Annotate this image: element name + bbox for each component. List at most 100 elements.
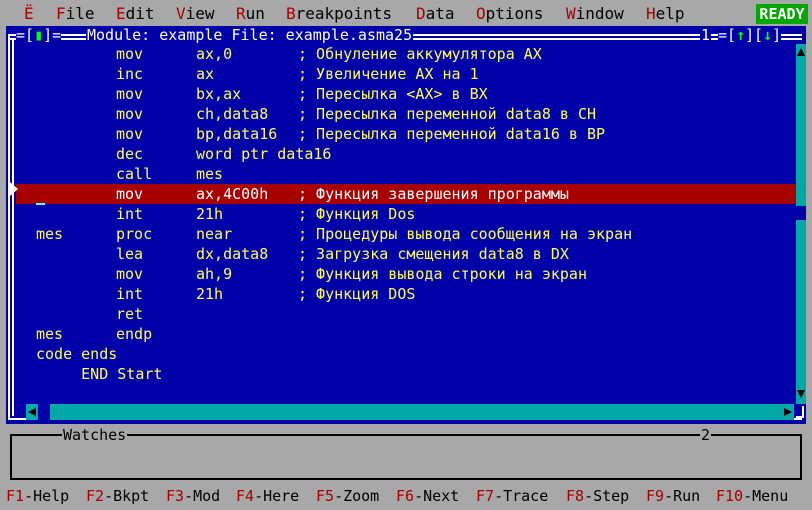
menu-item-8[interactable]: Window [566, 4, 624, 24]
code-comment: ; Загрузка смещения data8 в DX [298, 245, 569, 263]
function-key-f9[interactable]: F9-Run [646, 486, 700, 506]
code-label: code ends [36, 345, 118, 363]
menu-hotkey: D [416, 4, 426, 23]
code-line[interactable]: mov ah,9 ; Функция вывода строки на экран [16, 264, 796, 284]
function-key-label: -Trace [494, 487, 549, 505]
function-key-f5[interactable]: F5-Zoom [316, 486, 379, 506]
code-comment: ; Функция DOS [298, 285, 416, 303]
zoom-down-button[interactable]: [↓] [754, 26, 782, 44]
function-key-label: -Zoom [334, 487, 380, 505]
frame-left-inner [12, 38, 14, 416]
scroll-up-icon[interactable] [797, 48, 805, 56]
code-line[interactable]: mov ch,data8 ; Пересылка переменной data8 … [16, 104, 796, 124]
code-line[interactable]: mov bp,data16 ; Пересылка переменной data1… [16, 124, 796, 144]
code-line[interactable]: mov bx,ax ; Пересылка <AX> в BX [16, 84, 796, 104]
code-operands: ah,9 [196, 265, 233, 283]
function-key-label: -Mod [184, 487, 221, 505]
code-line[interactable]: dec word ptr data16 [16, 144, 796, 164]
code-opcode: mov [116, 125, 144, 143]
menu-item-1[interactable]: File [56, 4, 95, 24]
function-key-label: -Step [584, 487, 630, 505]
menu-label: iew [185, 4, 215, 23]
code-operands: ax [196, 65, 215, 83]
function-key-f10[interactable]: F10-Menu [716, 486, 788, 506]
menu-hotkey: B [286, 4, 296, 23]
scroll-left-icon[interactable] [28, 408, 36, 416]
scroll-right-icon[interactable] [784, 408, 792, 416]
code-operands: ax,0 [196, 45, 233, 63]
menu-item-0[interactable]: Ë [24, 4, 34, 24]
watches-window[interactable]: Watches 2 [6, 426, 806, 484]
function-key-code: F4 [236, 487, 255, 505]
code-line[interactable]: lea dx,data8 ; Загрузка смещения data8 в D… [16, 244, 796, 264]
function-key-code: F8 [566, 487, 585, 505]
menu-bar: Ë File Edit View Run Breakpoints Data Options Wi… [0, 0, 812, 26]
menu-hotkey: V [176, 4, 186, 23]
function-key-f2[interactable]: F2-Bkpt [86, 486, 149, 506]
code-comment: ; Увеличение AX на 1 [298, 65, 479, 83]
code-line[interactable]: int 21h ; Функция DOS [16, 284, 796, 304]
code-label: mes [36, 325, 64, 343]
function-key-code: F10 [716, 487, 744, 505]
function-key-f8[interactable]: F8-Step [566, 486, 629, 506]
close-box[interactable]: =[▮]= [16, 26, 62, 44]
code-operands: ax,4C00h [196, 185, 269, 203]
function-key-f3[interactable]: F3-Mod [166, 486, 220, 506]
menu-label: ptions [485, 4, 544, 23]
menu-hotkey: Ë [24, 4, 34, 23]
code-line[interactable]: mes proc near ; Процедуры вывода сообщения … [16, 224, 796, 244]
code-line[interactable]: call mes [16, 164, 796, 184]
resize-corner[interactable] [796, 406, 804, 418]
horizontal-scrollbar[interactable] [26, 404, 794, 420]
code-line[interactable]: code ends [16, 344, 796, 364]
code-line[interactable]: inc ax ; Увеличение AX на 1 [16, 64, 796, 84]
menu-item-7[interactable]: Options [476, 4, 543, 24]
code-opcode: int [116, 285, 144, 303]
scroll-thumb[interactable] [796, 206, 806, 220]
window-title: Module: example File: example.asma25 [86, 26, 414, 44]
function-key-f1[interactable]: F1-Help [6, 486, 69, 506]
function-key-label: -Next [414, 487, 460, 505]
function-key-f6[interactable]: F6-Next [396, 486, 459, 506]
debugger-screen: Ë File Edit View Run Breakpoints Data Options Wi… [0, 0, 812, 510]
code-opcode: ret [116, 305, 144, 323]
window-number: 1 [700, 26, 712, 44]
menu-label: elp [655, 4, 685, 23]
code-operands: ch,data8 [196, 105, 269, 123]
hscroll-thumb[interactable] [38, 404, 50, 420]
function-key-label: -Run [664, 487, 701, 505]
menu-item-2[interactable]: Edit [116, 4, 155, 24]
arrow-up-icon: ↑ [736, 26, 746, 44]
function-key-label: -Help [24, 487, 70, 505]
menu-item-6[interactable]: Data [416, 4, 455, 24]
code-line[interactable]: END Start [16, 364, 796, 384]
code-comment: ; Пересылка <AX> в BX [298, 85, 488, 103]
function-key-code: F2 [86, 487, 105, 505]
function-key-f4[interactable]: F4-Here [236, 486, 299, 506]
menu-item-5[interactable]: Breakpoints [286, 4, 392, 24]
menu-hotkey: O [476, 4, 486, 23]
code-line[interactable]: int 21h ; Функция Dos [16, 204, 796, 224]
function-key-code: F7 [476, 487, 495, 505]
menu-item-4[interactable]: Run [236, 4, 265, 24]
current-code-line[interactable]: mov ax,4C00h ; Функция завершения программ… [16, 184, 796, 204]
menu-label: dit [125, 4, 155, 23]
code-line[interactable]: mes endp [16, 324, 796, 344]
status-indicator: READY [756, 4, 808, 24]
code-line[interactable]: ret [16, 304, 796, 324]
scroll-down-icon[interactable] [797, 390, 805, 398]
menu-item-3[interactable]: View [176, 4, 215, 24]
code-operands: dx,data8 [196, 245, 269, 263]
code-area[interactable]: mov ax,0 ; Обнуление аккумулятора AX inc ax;… [16, 44, 796, 404]
vertical-scrollbar[interactable] [796, 44, 806, 404]
function-key-code: F3 [166, 487, 185, 505]
menu-item-9[interactable]: Help [646, 4, 685, 24]
menu-hotkey: H [646, 4, 656, 23]
watches-title: Watches [62, 426, 128, 444]
code-opcode: mov [116, 105, 144, 123]
code-opcode: endp [116, 325, 153, 343]
code-opcode: lea [116, 245, 144, 263]
function-key-f7[interactable]: F7-Trace [476, 486, 548, 506]
code-line[interactable]: mov ax,0 ; Обнуление аккумулятора AX [16, 44, 796, 64]
zoom-up-button[interactable]: =[↑] [718, 26, 755, 44]
